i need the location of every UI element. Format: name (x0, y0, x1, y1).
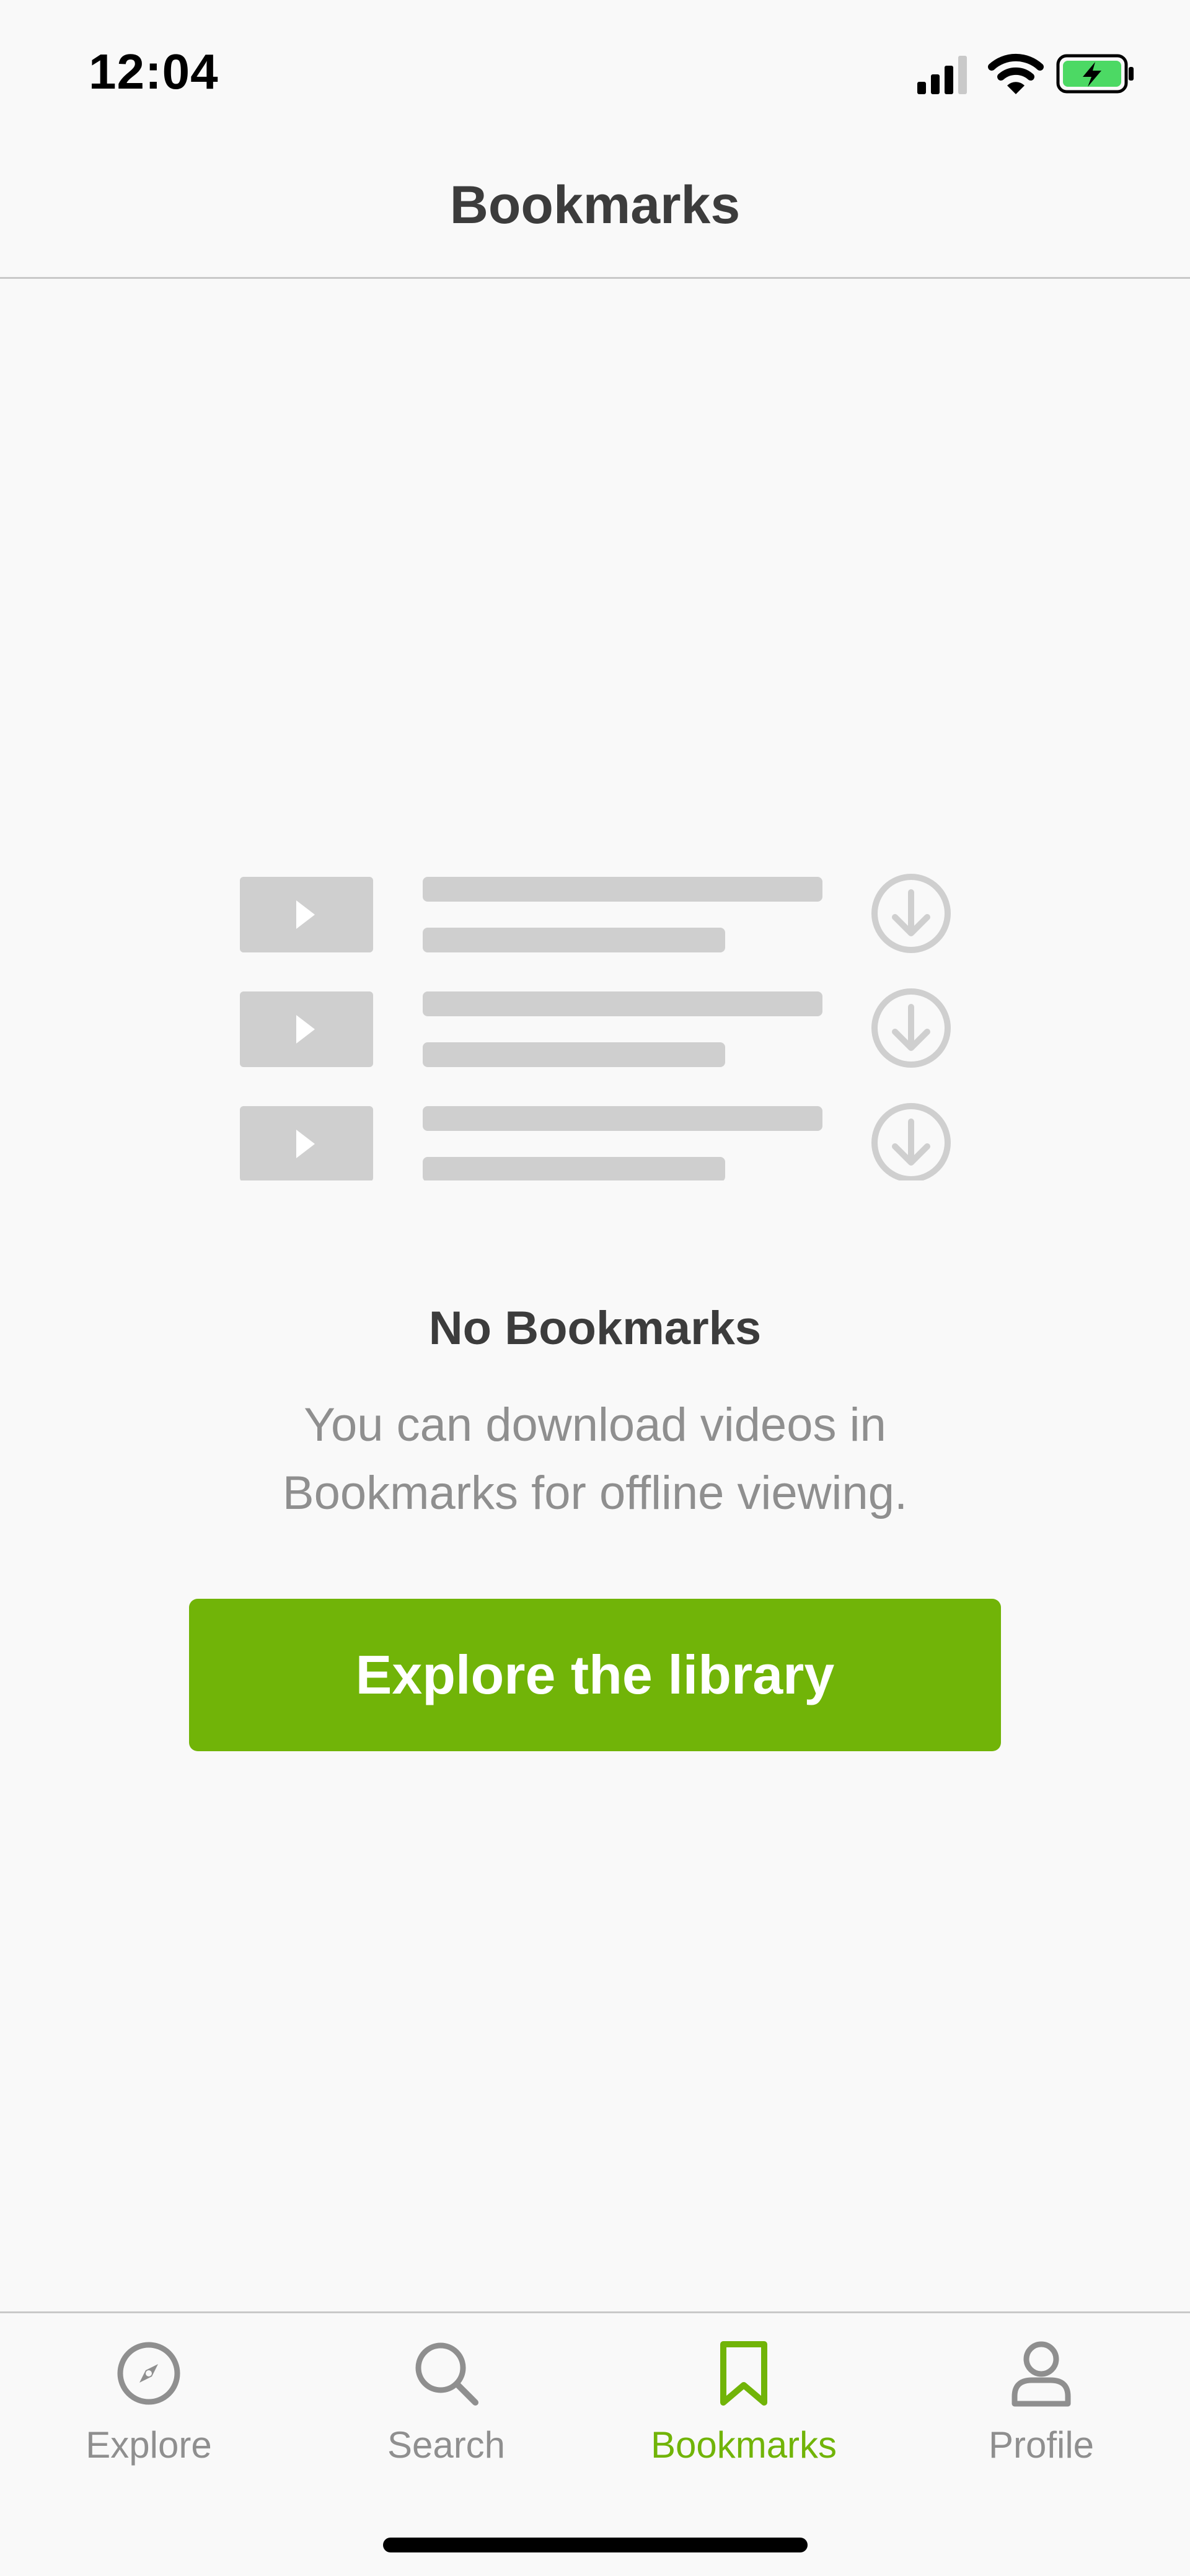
status-time: 12:04 (89, 44, 219, 99)
download-icon (871, 874, 951, 953)
tab-bar: Explore Search Bookmarks Profile (0, 2311, 1190, 2576)
page-title: Bookmarks (449, 175, 741, 235)
tab-label: Profile (988, 2424, 1095, 2466)
explore-library-button[interactable]: Explore the library (189, 1599, 1001, 1751)
tab-label: Search (387, 2424, 506, 2466)
bookmarks-screen: 12:04 Bookmarks No Bookmarks You can dow… (0, 0, 1190, 2576)
illustration-row (240, 874, 951, 953)
tab-search[interactable]: Search (298, 2332, 595, 2493)
illustration-row (240, 1103, 951, 1180)
wifi-icon (988, 53, 1044, 94)
tab-label: Explore (86, 2424, 212, 2466)
bookmark-icon (720, 2341, 767, 2406)
tab-profile[interactable]: Profile (892, 2332, 1190, 2493)
person-icon (1011, 2341, 1071, 2407)
status-icons (917, 50, 1140, 99)
status-bar: 12:04 (0, 0, 1190, 143)
search-icon (415, 2342, 478, 2406)
cellular-signal-icon (917, 56, 967, 94)
empty-state-illustration (239, 871, 951, 1180)
nav-header: Bookmarks (0, 143, 1190, 279)
empty-state-description: You can download videos in Bookmarks for… (282, 1399, 908, 1519)
tab-label: Bookmarks (650, 2424, 837, 2466)
illustration-row (240, 988, 951, 1068)
compass-icon (117, 2342, 180, 2405)
download-icon (871, 988, 951, 1068)
empty-state-title: No Bookmarks (428, 1302, 762, 1355)
download-icon (871, 1103, 951, 1180)
tab-bookmarks[interactable]: Bookmarks (595, 2332, 892, 2493)
home-indicator[interactable] (383, 2538, 808, 2552)
tab-explore[interactable]: Explore (0, 2332, 298, 2493)
battery-charging-icon (1056, 54, 1134, 94)
